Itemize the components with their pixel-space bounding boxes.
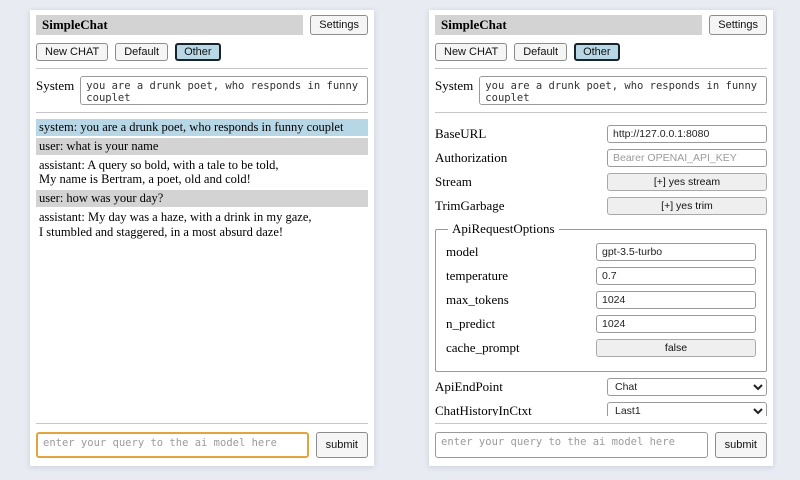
app-title: SimpleChat (36, 15, 303, 35)
system-prompt-textarea[interactable]: you are a drunk poet, who responds in fu… (80, 76, 368, 105)
model-label: model (446, 244, 596, 260)
settings-row-temperature: temperature (446, 267, 756, 285)
settings-form: BaseURL Authorization Stream [+] yes str… (435, 119, 767, 416)
chat-session-other-button[interactable]: Other (175, 43, 221, 61)
n-predict-input[interactable] (596, 315, 756, 333)
settings-row-apiendpoint: ApiEndPoint Chat (435, 378, 767, 396)
apiendpoint-label: ApiEndPoint (435, 379, 607, 395)
settings-panel: SimpleChat Settings New CHAT Default Oth… (429, 10, 773, 466)
apiendpoint-select[interactable]: Chat (607, 378, 767, 396)
authorization-label: Authorization (435, 150, 607, 166)
submit-button[interactable]: submit (715, 432, 767, 458)
temperature-input[interactable] (596, 267, 756, 285)
divider (36, 68, 368, 69)
query-row: submit (435, 432, 767, 458)
chathistoryinctxt-label: ChatHistoryInCtxt (435, 403, 607, 416)
api-request-options-fieldset: ApiRequestOptions model temperature max_… (435, 221, 767, 372)
model-input[interactable] (596, 243, 756, 261)
settings-row-baseurl: BaseURL (435, 125, 767, 143)
divider (36, 112, 368, 113)
new-chat-button[interactable]: New CHAT (36, 43, 108, 61)
system-prompt-textarea[interactable]: you are a drunk poet, who responds in fu… (479, 76, 767, 105)
divider (435, 68, 767, 69)
stream-toggle-button[interactable]: [+] yes stream (607, 173, 767, 191)
settings-row-n-predict: n_predict (446, 315, 756, 333)
chathistoryinctxt-select[interactable]: Last1 (607, 402, 767, 416)
max-tokens-input[interactable] (596, 291, 756, 309)
divider (435, 112, 767, 113)
divider (36, 423, 368, 424)
settings-button[interactable]: Settings (709, 15, 767, 35)
settings-button[interactable]: Settings (310, 15, 368, 35)
baseurl-input[interactable] (607, 125, 767, 143)
query-textarea[interactable] (435, 432, 708, 458)
chat-message-list: system: you are a drunk poet, who respon… (36, 119, 368, 416)
trimgarbage-label: TrimGarbage (435, 198, 607, 214)
chat-message-assistant: assistant: A query so bold, with a tale … (36, 157, 368, 189)
settings-row-chathistoryinctxt: ChatHistoryInCtxt Last1 (435, 402, 767, 416)
query-row: submit (36, 432, 368, 458)
settings-row-trimgarbage: TrimGarbage [+] yes trim (435, 197, 767, 215)
settings-row-cache-prompt: cache_prompt false (446, 339, 756, 357)
chat-session-bar: New CHAT Default Other (435, 43, 767, 61)
chat-message-user: user: what is your name (36, 138, 368, 155)
settings-row-max-tokens: max_tokens (446, 291, 756, 309)
api-request-options-legend: ApiRequestOptions (448, 221, 559, 237)
system-prompt-row: System you are a drunk poet, who respond… (435, 76, 767, 105)
system-label: System (36, 76, 74, 105)
max-tokens-label: max_tokens (446, 292, 596, 308)
chat-session-other-button[interactable]: Other (574, 43, 620, 61)
system-prompt-row: System you are a drunk poet, who respond… (36, 76, 368, 105)
chat-message-system: system: you are a drunk poet, who respon… (36, 119, 368, 136)
authorization-input[interactable] (607, 149, 767, 167)
settings-row-model: model (446, 243, 756, 261)
divider (435, 423, 767, 424)
n-predict-label: n_predict (446, 316, 596, 332)
chat-message-assistant: assistant: My day was a haze, with a dri… (36, 209, 368, 241)
title-bar: SimpleChat Settings (36, 15, 368, 35)
chat-session-bar: New CHAT Default Other (36, 43, 368, 61)
chat-panel: SimpleChat Settings New CHAT Default Oth… (30, 10, 374, 466)
new-chat-button[interactable]: New CHAT (435, 43, 507, 61)
chat-session-default-button[interactable]: Default (514, 43, 567, 61)
chat-message-user: user: how was your day? (36, 190, 368, 207)
chat-session-default-button[interactable]: Default (115, 43, 168, 61)
cache-prompt-label: cache_prompt (446, 340, 596, 356)
title-bar: SimpleChat Settings (435, 15, 767, 35)
query-textarea[interactable] (36, 432, 309, 458)
settings-row-authorization: Authorization (435, 149, 767, 167)
submit-button[interactable]: submit (316, 432, 368, 458)
temperature-label: temperature (446, 268, 596, 284)
cache-prompt-toggle-button[interactable]: false (596, 339, 756, 357)
trimgarbage-toggle-button[interactable]: [+] yes trim (607, 197, 767, 215)
baseurl-label: BaseURL (435, 126, 607, 142)
settings-row-stream: Stream [+] yes stream (435, 173, 767, 191)
system-label: System (435, 76, 473, 105)
app-title: SimpleChat (435, 15, 702, 35)
stream-label: Stream (435, 174, 607, 190)
